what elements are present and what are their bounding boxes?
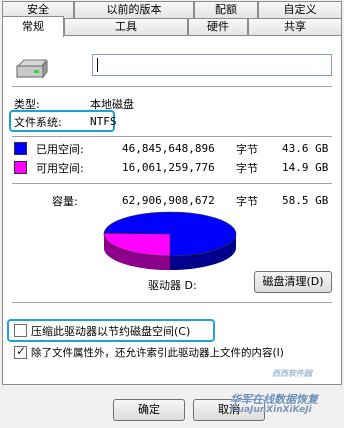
free-space-unit: 字节 (236, 162, 258, 175)
tab-tools[interactable]: 工具 (64, 18, 188, 35)
separator-top (12, 86, 332, 87)
tab-general[interactable]: 常规 (2, 16, 64, 37)
ok-button[interactable]: 确定 (113, 399, 185, 421)
tab-quota[interactable]: 配额 (194, 1, 258, 18)
text-caret (97, 58, 98, 72)
watermark-logo: 西西软件园 (272, 369, 312, 378)
index-checkbox[interactable] (14, 344, 27, 359)
compress-label: 压缩此驱动器以节约磁盘空间(C) (31, 325, 191, 338)
drive-letter-label: 驱动器 D: (148, 279, 197, 292)
free-space-gb: 14.9 GB (282, 161, 329, 174)
used-space-gb: 43.6 GB (282, 142, 329, 155)
separator-bottom (12, 302, 332, 303)
watermark-line2: HuaJunXinXiKeJi (230, 405, 312, 415)
filesystem-value: NTFS (90, 115, 117, 128)
hard-drive-icon (16, 59, 48, 79)
separator-mid (12, 136, 332, 137)
tab-previous-versions[interactable]: 以前的版本 (74, 1, 194, 18)
drive-name-input[interactable] (92, 54, 332, 76)
used-space-label: 已用空间: (36, 143, 84, 156)
used-space-unit: 字节 (236, 143, 258, 156)
tab-sharing[interactable]: 共享 (248, 18, 342, 35)
capacity-bytes: 62,906,908,672 (122, 194, 215, 207)
used-space-swatch (14, 142, 27, 155)
used-space-bytes: 46,845,648,896 (122, 142, 215, 155)
filesystem-label: 文件系统: (14, 116, 62, 129)
free-space-bytes: 16,061,259,776 (122, 161, 215, 174)
compress-checkbox[interactable] (14, 324, 27, 337)
tab-row-front: 常规 工具 硬件 共享 (0, 16, 344, 37)
free-space-swatch (14, 161, 27, 174)
capacity-gb: 58.5 GB (282, 194, 329, 207)
free-space-label: 可用空间: (36, 162, 84, 175)
capacity-label: 容量: (52, 195, 78, 208)
disk-cleanup-button[interactable]: 磁盘清理(D) (254, 271, 332, 293)
separator-capacity (12, 183, 332, 184)
index-label: 除了文件属性外，还允许索引此驱动器上文件的内容(I) (31, 347, 284, 359)
tab-customize[interactable]: 自定义 (258, 1, 342, 18)
capacity-unit: 字节 (236, 195, 258, 208)
disk-usage-pie (103, 211, 237, 270)
tab-hardware[interactable]: 硬件 (188, 18, 248, 35)
